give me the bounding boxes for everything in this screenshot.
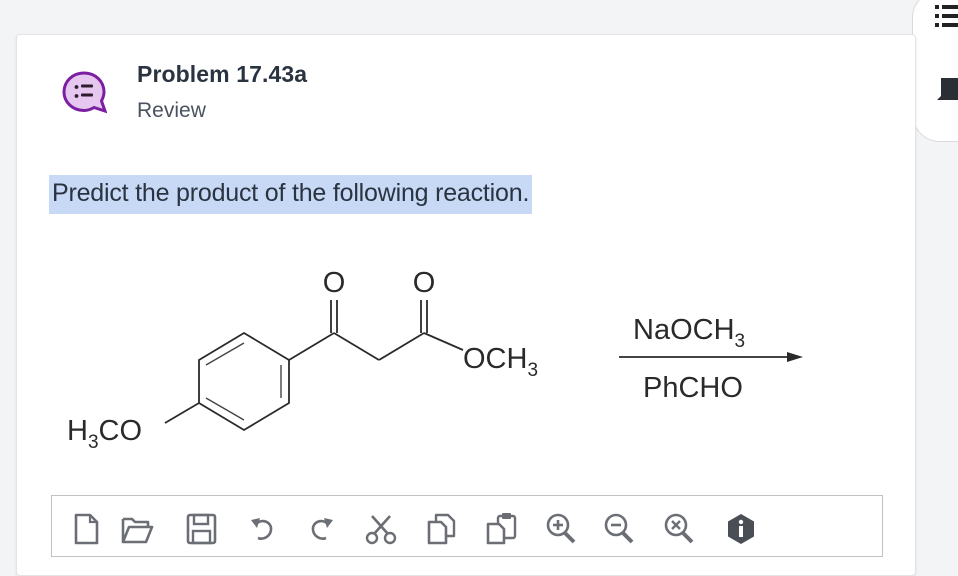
second-reagent-label: PhCHO [643, 372, 743, 404]
reagent-subscript: 3 [735, 331, 746, 352]
save-icon[interactable] [184, 512, 218, 546]
undo-icon[interactable] [246, 512, 280, 546]
side-panel [912, 0, 958, 142]
redo-icon[interactable] [304, 512, 338, 546]
problem-card: Problem 17.43a Review Predict the produc… [16, 34, 916, 576]
info-icon[interactable] [724, 512, 758, 546]
carbonyl-oxygen-2: O [413, 267, 436, 299]
zoom-reset-icon[interactable] [662, 512, 696, 546]
reagent-text: NaOCH [633, 314, 735, 346]
ester-group-subscript: 3 [527, 360, 538, 381]
ester-group-label: OCH3 [463, 343, 538, 381]
carbonyl-oxygen-1: O [323, 267, 346, 299]
cut-icon[interactable] [364, 512, 398, 546]
methoxy-subscript: 3 [88, 432, 99, 453]
methoxy-co: CO [99, 415, 143, 447]
question-text: Predict the product of the following rea… [49, 175, 533, 214]
reagent-label: NaOCH3 [633, 314, 745, 352]
zoom-in-icon[interactable] [544, 512, 578, 546]
new-file-icon[interactable] [68, 512, 102, 546]
problem-title: Problem 17.43a [137, 61, 308, 87]
methoxy-h: H [67, 415, 88, 447]
zoom-out-icon[interactable] [602, 512, 636, 546]
methoxy-label: H3CO [67, 415, 142, 453]
problem-subtitle: Review [137, 99, 206, 122]
paste-icon[interactable] [484, 512, 518, 546]
list-menu-icon[interactable] [933, 1, 958, 31]
reaction-scheme: O O OCH3 H3CO NaOCH3 PhCHO [67, 267, 803, 453]
chat-bubble-icon [62, 71, 107, 114]
copy-icon[interactable] [424, 512, 458, 546]
ester-group-text: OCH [463, 343, 527, 375]
book-icon[interactable] [937, 75, 958, 101]
open-file-icon[interactable] [120, 512, 154, 546]
